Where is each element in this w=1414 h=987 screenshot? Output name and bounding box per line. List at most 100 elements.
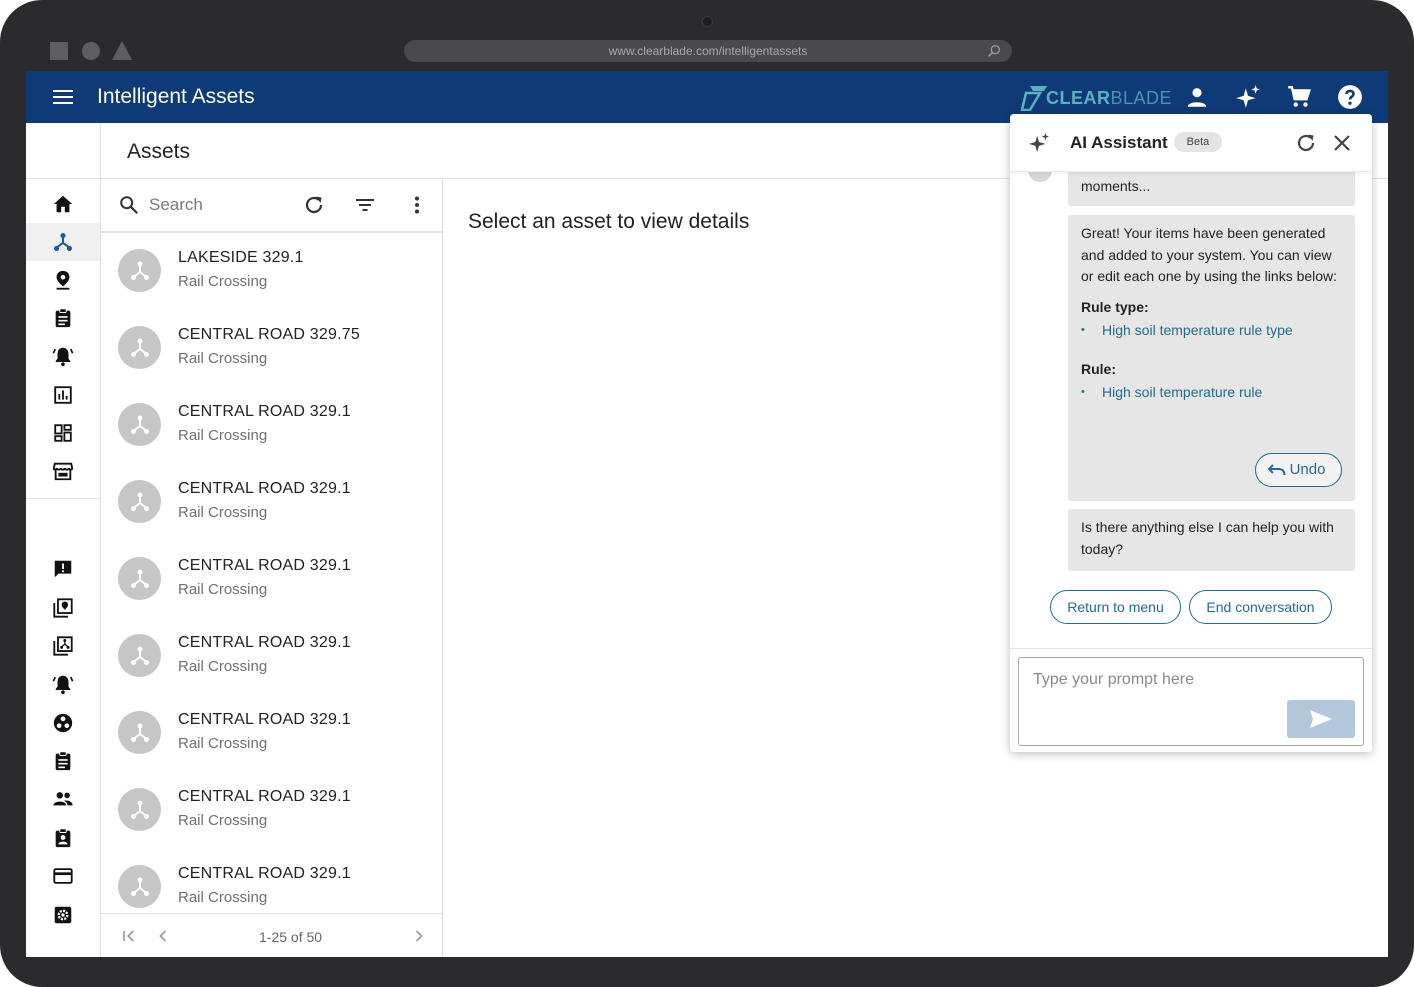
ai-sparkle-icon[interactable]	[1235, 84, 1261, 110]
settings-icon	[54, 906, 72, 924]
hierarchy-icon	[130, 415, 149, 434]
page-title: Assets	[127, 140, 191, 163]
logo-mark-icon	[1020, 86, 1047, 111]
send-button[interactable]	[1287, 700, 1355, 738]
hierarchy-icon	[130, 261, 149, 280]
list-item[interactable]: CENTRAL ROAD 329.75 Rail Crossing	[101, 312, 442, 389]
rail-item-roles[interactable]	[26, 819, 100, 857]
rail-item-asset-types[interactable]	[26, 627, 100, 665]
rule-link[interactable]: High soil temperature rule	[1081, 382, 1342, 404]
asset-avatar	[118, 865, 161, 908]
card-icon	[53, 868, 73, 884]
asset-name: CENTRAL ROAD 329.1	[178, 480, 351, 497]
rail-item-feedback[interactable]	[26, 550, 100, 588]
rail-item-location-types[interactable]	[26, 589, 100, 627]
hierarchy-icon	[130, 492, 149, 511]
asset-name: CENTRAL ROAD 329.1	[178, 865, 351, 882]
menu-icon[interactable]	[50, 85, 76, 109]
bot-avatar	[1028, 172, 1052, 182]
return-to-menu-button[interactable]: Return to menu	[1050, 590, 1181, 624]
send-icon	[1310, 710, 1332, 728]
rail-item-assets[interactable]	[26, 223, 100, 261]
chat-text: Is there anything else I can help you wi…	[1081, 519, 1334, 557]
help-icon[interactable]	[1337, 84, 1363, 110]
url-bar[interactable]: www.clearblade.com/intelligentassets	[404, 40, 1012, 62]
browser-bar: www.clearblade.com/intelligentassets	[26, 31, 1388, 71]
undo-button[interactable]: Undo	[1255, 453, 1342, 487]
close-icon[interactable]	[1330, 131, 1354, 155]
search-input[interactable]	[149, 193, 289, 217]
list-item[interactable]: CENTRAL ROAD 329.1 Rail Crossing	[101, 774, 442, 851]
asset-type: Rail Crossing	[178, 735, 268, 752]
search-icon	[988, 45, 1000, 57]
hierarchy-icon	[130, 569, 149, 588]
chevron-left-icon[interactable]	[153, 926, 173, 946]
asset-type: Rail Crossing	[178, 658, 268, 675]
list-item[interactable]: CENTRAL ROAD 329.1 Rail Crossing	[101, 389, 442, 466]
list-item[interactable]: CENTRAL ROAD 329.1 Rail Crossing	[101, 466, 442, 543]
people-icon	[53, 792, 73, 806]
rail-item-locations[interactable]	[26, 261, 100, 299]
chat-text: Great! Your items have been generated an…	[1081, 225, 1338, 284]
rail-item-settings[interactable]	[26, 896, 100, 934]
rail-item-users[interactable]	[26, 780, 100, 818]
asset-type: Rail Crossing	[178, 889, 268, 906]
ai-prompt-area	[1010, 648, 1372, 752]
square-icon	[50, 42, 68, 60]
rail-item-home[interactable]	[26, 185, 100, 223]
camera-dot	[702, 16, 713, 27]
asset-type: Rail Crossing	[178, 427, 268, 444]
alert-message-icon	[54, 560, 72, 578]
logo-text: CLEARBLADE	[1046, 88, 1173, 108]
rule-type-link[interactable]: High soil temperature rule type	[1081, 320, 1342, 342]
rail-item-alarms[interactable]	[26, 337, 100, 375]
chat-text: moments...	[1081, 178, 1151, 194]
rail-item-dashboards[interactable]	[26, 414, 100, 452]
list-item[interactable]: CENTRAL ROAD 329.1 Rail Crossing	[101, 851, 442, 913]
asset-avatar	[118, 403, 161, 446]
asset-avatar	[118, 249, 161, 292]
ai-assistant-header: AI Assistant Beta	[1010, 114, 1372, 172]
rail-item-analytics[interactable]	[26, 376, 100, 414]
pagination: 1-25 of 50	[101, 913, 442, 957]
home-icon	[53, 195, 73, 213]
hierarchy-icon	[130, 646, 149, 665]
empty-state-message: Select an asset to view details	[468, 210, 750, 233]
cart-icon[interactable]	[1286, 84, 1312, 110]
first-page-icon[interactable]	[119, 926, 139, 946]
asset-name: CENTRAL ROAD 329.75	[178, 326, 360, 343]
rail-spacer	[26, 123, 101, 179]
clearblade-logo: CLEARBLADE	[1020, 83, 1172, 113]
asset-name: CENTRAL ROAD 329.1	[178, 557, 351, 574]
chevron-right-icon[interactable]	[409, 926, 429, 946]
hierarchy-icon	[130, 800, 149, 819]
chat-bubble-followup: Is there anything else I can help you wi…	[1068, 509, 1355, 571]
rail-item-alarm-types[interactable]	[26, 665, 100, 703]
search-row	[101, 179, 442, 233]
list-item[interactable]: CENTRAL ROAD 329.1 Rail Crossing	[101, 543, 442, 620]
chat-bubble-partial: moments...	[1068, 172, 1355, 206]
asset-name: CENTRAL ROAD 329.1	[178, 634, 351, 651]
refresh-icon[interactable]	[302, 193, 326, 217]
end-conversation-button[interactable]: End conversation	[1189, 590, 1332, 624]
asset-avatar	[118, 557, 161, 600]
more-vert-icon[interactable]	[405, 193, 429, 217]
rail-item-tasks[interactable]	[26, 299, 100, 337]
clipboard-icon	[55, 751, 71, 771]
list-item[interactable]: LAKESIDE 329.1 Rail Crossing	[101, 235, 442, 312]
rail-item-billing[interactable]	[26, 857, 100, 895]
list-item[interactable]: CENTRAL ROAD 329.1 Rail Crossing	[101, 697, 442, 774]
asset-type: Rail Crossing	[178, 350, 268, 367]
asset-avatar	[118, 326, 161, 369]
refresh-icon[interactable]	[1294, 131, 1318, 155]
account-icon[interactable]	[1184, 84, 1210, 110]
rail-item-store[interactable]	[26, 452, 100, 490]
list-item[interactable]: CENTRAL ROAD 329.1 Rail Crossing	[101, 620, 442, 697]
rail-item-groups[interactable]	[26, 704, 100, 742]
ai-sparkle-icon	[1028, 132, 1050, 153]
asset-type: Rail Crossing	[178, 812, 268, 829]
prompt-input[interactable]	[1033, 669, 1283, 691]
filter-icon[interactable]	[353, 193, 377, 217]
rail-item-rules[interactable]	[26, 742, 100, 780]
screen: www.clearblade.com/intelligentassets Int…	[26, 31, 1388, 957]
